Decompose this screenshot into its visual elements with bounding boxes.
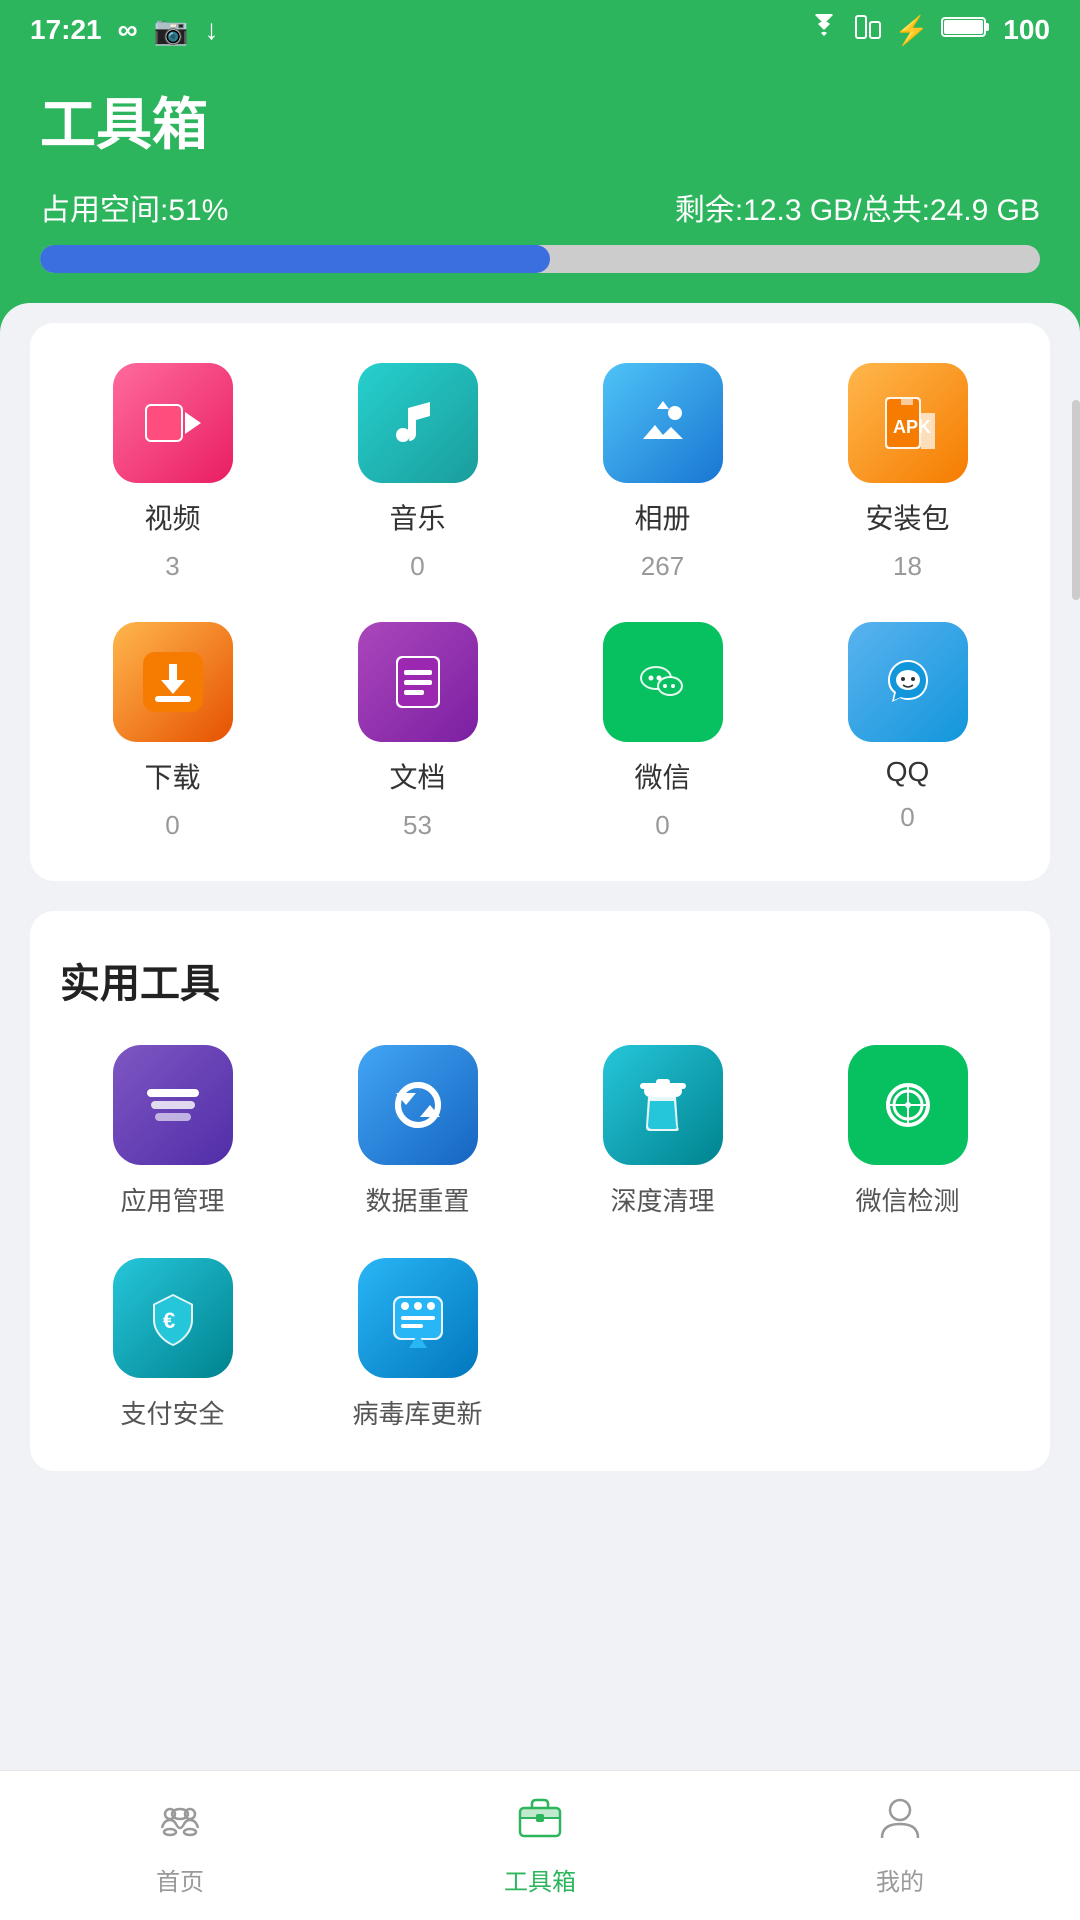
file-categories-card: 视频 3 音乐 0 (30, 323, 1050, 881)
storage-remaining: 剩余:12.3 GB/总共:24.9 GB (675, 185, 1040, 229)
file-count-download: 0 (165, 810, 179, 841)
nav-item-home[interactable]: 首页 (0, 1794, 360, 1897)
file-icon-qq (848, 622, 968, 742)
file-item-doc[interactable]: 文档 53 (305, 622, 530, 841)
file-icon-music (358, 363, 478, 483)
tools-grid: 应用管理 数据重置 (60, 1045, 1020, 1431)
tool-item-paysafe[interactable]: € 支付安全 (60, 1258, 285, 1431)
home-nav-icon (154, 1794, 206, 1854)
storage-used: 占用空间:51% (40, 185, 228, 229)
tool-name-deepclean: 深度清理 (610, 1181, 714, 1218)
file-icon-photo (603, 363, 723, 483)
tool-name-paysafe: 支付安全 (120, 1394, 224, 1431)
main-content: 视频 3 音乐 0 (0, 303, 1080, 1661)
file-count-apk: 18 (893, 551, 922, 582)
tool-name-appmanage: 应用管理 (120, 1181, 224, 1218)
file-icon-apk: APK (848, 363, 968, 483)
tool-item-deepclean[interactable]: 深度清理 (550, 1045, 775, 1218)
file-grid: 视频 3 音乐 0 (60, 363, 1020, 841)
file-item-qq[interactable]: QQ 0 (795, 622, 1020, 841)
file-count-music: 0 (410, 551, 424, 582)
status-bar: 17:21 ∞ 📷 ↓ ⚡ 100 (0, 0, 1080, 60)
file-name-doc: 文档 (389, 756, 445, 796)
tool-name-wechatcheck: 微信检测 (855, 1181, 959, 1218)
tool-name-datareset: 数据重置 (365, 1181, 469, 1218)
bottom-nav: 首页 工具箱 我的 (0, 1770, 1080, 1920)
tool-item-virusupdate[interactable]: 病毒库更新 (305, 1258, 530, 1431)
nav-label-home: 首页 (156, 1862, 204, 1897)
tool-icon-paysafe: € (113, 1258, 233, 1378)
file-name-qq: QQ (886, 756, 930, 788)
file-item-music[interactable]: 音乐 0 (305, 363, 530, 582)
file-count-video: 3 (165, 551, 179, 582)
tool-item-datareset[interactable]: 数据重置 (305, 1045, 530, 1218)
mine-nav-icon (874, 1794, 926, 1854)
file-icon-download (113, 622, 233, 742)
file-icon-doc (358, 622, 478, 742)
tool-name-virusupdate: 病毒库更新 (352, 1394, 482, 1431)
tool-item-wechatcheck[interactable]: 微信检测 (795, 1045, 1020, 1218)
progress-bar-fill (40, 245, 550, 273)
nav-item-mine[interactable]: 我的 (720, 1794, 1080, 1897)
tool-icon-deepclean (603, 1045, 723, 1165)
nav-label-mine: 我的 (876, 1862, 924, 1897)
file-count-photo: 267 (641, 551, 684, 582)
file-count-qq: 0 (900, 802, 914, 833)
file-name-apk: 安装包 (865, 497, 949, 537)
progress-bar (40, 245, 1040, 273)
tool-icon-virusupdate (358, 1258, 478, 1378)
file-name-photo: 相册 (634, 497, 690, 537)
tools-card: 实用工具 应用管理 (30, 911, 1050, 1471)
storage-info: 占用空间:51% 剩余:12.3 GB/总共:24.9 GB (40, 185, 1040, 229)
sim-icon (854, 14, 882, 47)
scrollbar-indicator[interactable] (1072, 400, 1080, 600)
status-left: 17:21 ∞ 📷 ↓ (30, 14, 218, 47)
status-infinity-icon: ∞ (118, 14, 138, 46)
battery-icon (941, 14, 991, 47)
tool-icon-datareset (358, 1045, 478, 1165)
status-time: 17:21 (30, 14, 102, 46)
file-name-download: 下载 (144, 756, 200, 796)
file-name-video: 视频 (144, 497, 200, 537)
status-right: ⚡ 100 (806, 14, 1050, 47)
file-name-music: 音乐 (389, 497, 445, 537)
file-icon-wechat (603, 622, 723, 742)
file-item-wechat[interactable]: 微信 0 (550, 622, 775, 841)
charging-icon: ⚡ (894, 14, 929, 47)
file-item-download[interactable]: 下载 0 (60, 622, 285, 841)
file-item-photo[interactable]: 相册 267 (550, 363, 775, 582)
svg-text:€: € (163, 1308, 175, 1333)
tool-icon-wechatcheck (848, 1045, 968, 1165)
tool-item-appmanage[interactable]: 应用管理 (60, 1045, 285, 1218)
file-count-doc: 53 (403, 810, 432, 841)
file-item-video[interactable]: 视频 3 (60, 363, 285, 582)
file-icon-video (113, 363, 233, 483)
tools-section-title: 实用工具 (60, 951, 1020, 1009)
header-area: 工具箱 占用空间:51% 剩余:12.3 GB/总共:24.9 GB (0, 60, 1080, 333)
nav-item-toolbox[interactable]: 工具箱 (360, 1794, 720, 1897)
tool-icon-appmanage (113, 1045, 233, 1165)
nav-label-toolbox: 工具箱 (504, 1862, 576, 1897)
file-count-wechat: 0 (655, 810, 669, 841)
battery-level: 100 (1003, 14, 1050, 46)
wifi-icon (806, 14, 842, 47)
file-item-apk[interactable]: APK 安装包 18 (795, 363, 1020, 582)
status-camera-icon: 📷 (154, 14, 189, 47)
toolbox-nav-icon (514, 1794, 566, 1854)
file-name-wechat: 微信 (634, 756, 690, 796)
app-title: 工具箱 (40, 80, 1040, 161)
status-download-icon: ↓ (204, 14, 218, 46)
